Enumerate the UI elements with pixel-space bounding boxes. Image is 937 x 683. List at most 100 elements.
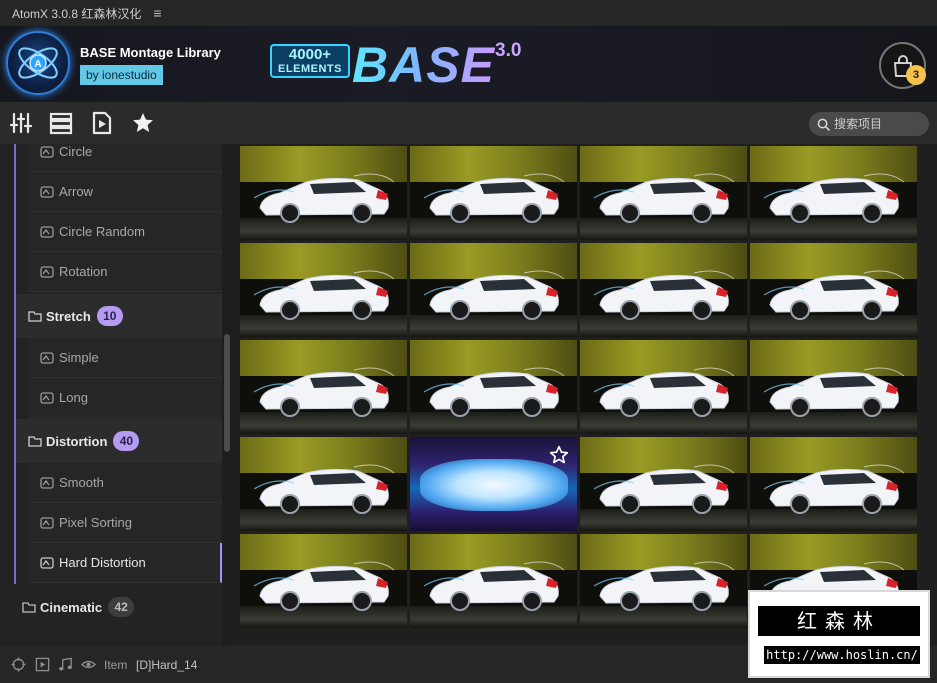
atomx-window: AtomX 3.0.8 红森林汉化 ≡ A BASE Montage Libra… — [0, 0, 937, 683]
car-image — [594, 367, 734, 417]
library-banner: A BASE Montage Library by ionestudio 400… — [0, 26, 937, 102]
car-image — [254, 367, 394, 417]
preview-tile[interactable] — [580, 340, 747, 434]
preview-tile[interactable] — [410, 243, 577, 337]
hero-name: BASE — [352, 37, 495, 93]
scrollbar-thumb[interactable] — [224, 334, 230, 452]
sidebar-item-long[interactable]: Long — [28, 378, 222, 418]
preview-tile[interactable] — [580, 243, 747, 337]
car-image — [594, 270, 734, 320]
sidebar-item-pixel-sorting[interactable]: Pixel Sorting — [28, 503, 222, 543]
car-image — [594, 561, 734, 611]
search-icon — [817, 118, 830, 131]
car-image — [764, 367, 904, 417]
music-note-icon[interactable] — [58, 657, 73, 672]
preview-tile[interactable] — [240, 243, 407, 337]
app-title: AtomX 3.0.8 红森林汉化 — [12, 6, 142, 21]
star-favorites-icon[interactable] — [131, 111, 155, 135]
preset-icon — [40, 476, 54, 489]
sidebar-item-label: Simple — [59, 350, 99, 365]
group-count-badge: 40 — [113, 431, 140, 451]
sliders-icon[interactable] — [9, 111, 33, 135]
sidebar-scrollbar[interactable] — [222, 144, 232, 644]
group-label: Cinematic — [40, 599, 103, 615]
folder-icon — [28, 436, 42, 447]
preview-grid — [240, 146, 920, 628]
preview-tile[interactable] — [580, 534, 747, 628]
sidebar-item-arrow[interactable]: Arrow — [28, 172, 222, 212]
preview-tile[interactable] — [750, 243, 917, 337]
item-value: [D]Hard_14 — [136, 658, 198, 672]
toolbar — [0, 102, 937, 144]
car-image — [424, 561, 564, 611]
library-title: BASE Montage Library — [80, 45, 221, 60]
hamburger-menu-icon[interactable]: ≡ — [153, 5, 161, 21]
preset-icon — [40, 391, 54, 404]
car-image — [764, 270, 904, 320]
folder-icon — [22, 602, 36, 613]
preview-tile[interactable] — [750, 146, 917, 240]
tree-rail — [14, 144, 16, 584]
preset-icon — [40, 225, 54, 238]
target-icon[interactable] — [11, 657, 26, 672]
sidebar-group-stretch[interactable]: Stretch 10 — [16, 294, 222, 338]
group-count-badge: 42 — [108, 597, 135, 617]
atomx-atom-logo-icon: A — [6, 31, 70, 95]
preview-tile[interactable] — [240, 534, 407, 628]
car-image — [424, 367, 564, 417]
cart-count-badge: 3 — [906, 65, 926, 85]
hero-unit: ELEMENTS — [278, 63, 342, 75]
search-box[interactable] — [809, 112, 929, 136]
preview-tile[interactable] — [750, 340, 917, 434]
sidebar-item-rotation[interactable]: Rotation — [28, 252, 222, 292]
preview-tile-hovered[interactable] — [410, 437, 577, 531]
sidebar-item-circle[interactable]: Circle — [28, 144, 222, 172]
sidebar-group-distortion[interactable]: Distortion 40 — [16, 419, 222, 463]
sidebar-item-simple[interactable]: Simple — [28, 338, 222, 378]
folder-icon — [28, 311, 42, 322]
hero-version: 3.0 — [495, 40, 522, 61]
sidebar-item-label: Pixel Sorting — [59, 515, 132, 530]
item-label: Item — [104, 658, 128, 672]
preset-icon — [40, 185, 54, 198]
preview-tile[interactable] — [410, 340, 577, 434]
author-link[interactable]: by ionestudio — [80, 65, 163, 85]
car-image — [424, 173, 564, 223]
preset-icon — [40, 516, 54, 529]
car-image — [254, 464, 394, 514]
sidebar-item-label: Long — [59, 390, 88, 405]
sidebar-item-label: Circle Random — [59, 224, 145, 239]
video-icon[interactable] — [35, 657, 50, 672]
list-view-icon[interactable] — [49, 111, 73, 135]
distortion-preview-image — [420, 459, 568, 511]
sidebar-item-label: Hard Distortion — [59, 555, 146, 570]
category-sidebar: Circle Arrow Circle Random Rotation Stre… — [0, 144, 222, 644]
car-image — [764, 464, 904, 514]
preview-tile[interactable] — [580, 146, 747, 240]
group-label: Stretch — [46, 308, 91, 324]
eye-icon[interactable] — [81, 657, 96, 672]
group-label: Distortion — [46, 433, 108, 449]
preview-tile[interactable] — [240, 146, 407, 240]
preview-tile[interactable] — [240, 437, 407, 531]
sidebar-item-circle-random[interactable]: Circle Random — [28, 212, 222, 252]
sidebar-item-label: Circle — [59, 144, 93, 159]
sidebar-item-label: Smooth — [59, 475, 104, 490]
preset-icon — [40, 556, 54, 569]
preview-tile[interactable] — [240, 340, 407, 434]
favorite-star-icon[interactable] — [549, 445, 569, 465]
preset-icon — [40, 351, 54, 364]
play-document-icon[interactable] — [90, 111, 114, 135]
sidebar-item-smooth[interactable]: Smooth — [28, 463, 222, 503]
car-image — [424, 270, 564, 320]
hero-count-badge: 4000+ ELEMENTS — [270, 44, 350, 78]
preview-tile[interactable] — [410, 146, 577, 240]
car-image — [254, 561, 394, 611]
preview-tile[interactable] — [410, 534, 577, 628]
sidebar-item-hard-distortion[interactable]: Hard Distortion — [28, 543, 222, 583]
search-input[interactable] — [834, 117, 924, 131]
preview-tile[interactable] — [580, 437, 747, 531]
watermark-url: http://www.hoslin.cn/ — [764, 646, 920, 664]
preview-tile[interactable] — [750, 437, 917, 531]
sidebar-group-cinematic[interactable]: Cinematic 42 — [10, 585, 222, 629]
